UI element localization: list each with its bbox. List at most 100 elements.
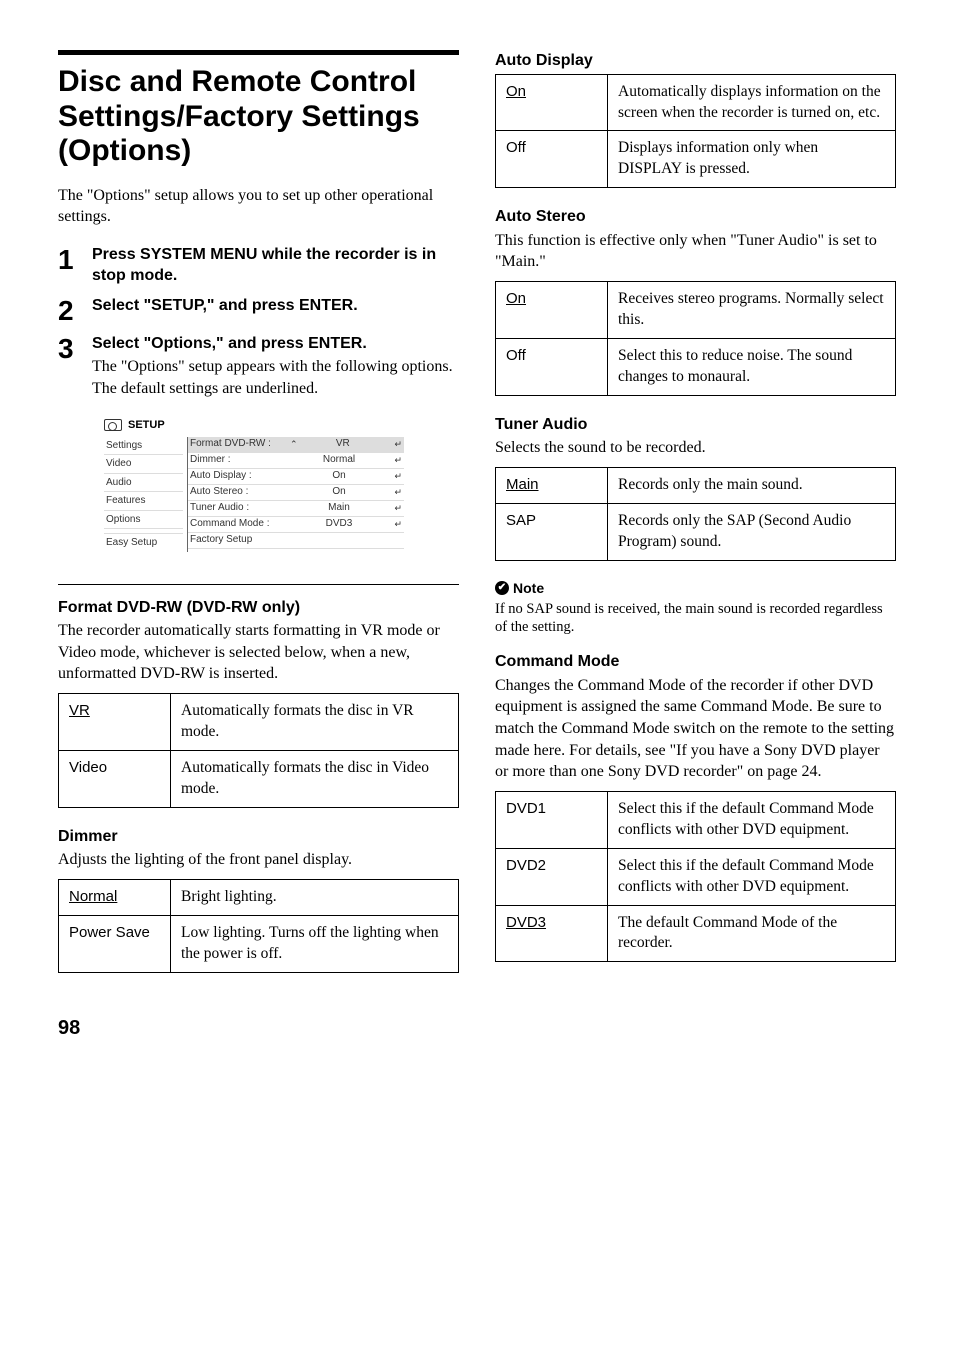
option-key: DVD2	[506, 857, 546, 874]
setup-title: SETUP	[128, 418, 165, 433]
dimmer-table: NormalBright lighting. Power Save Low lig…	[58, 879, 459, 973]
heading-rule	[58, 50, 459, 55]
menu-item: Settings	[104, 437, 183, 456]
arrow-down-icon: ↵	[388, 438, 402, 450]
setting-value: Main	[290, 501, 388, 515]
note-icon: ✔	[495, 581, 509, 595]
page-title: Disc and Remote Control Settings/Factory…	[58, 65, 459, 169]
step-number: 3	[58, 333, 92, 400]
arrow-down-icon: ↵	[388, 470, 402, 482]
option-key: DVD1	[506, 800, 546, 817]
setting-value: DVD3	[290, 517, 388, 531]
command-mode-heading: Command Mode	[495, 651, 896, 673]
setup-screenshot: SETUP Settings Video Audio Features Opti…	[94, 410, 414, 566]
note-label: Note	[513, 579, 544, 598]
option-key: Off	[506, 139, 526, 156]
table-row: Power Save Low lighting. Turns off the li…	[59, 915, 459, 972]
step-3: 3 Select "Options," and press ENTER. The…	[58, 333, 459, 400]
option-desc: Displays information only when DISPLAY i…	[608, 131, 896, 188]
right-column: Auto Display On Automatically displays in…	[495, 50, 896, 991]
setting-key: Tuner Audio :	[190, 501, 290, 515]
dimmer-text: Adjusts the lighting of the front panel …	[58, 849, 459, 871]
caret-up-icon: ⌃	[290, 438, 298, 450]
option-desc: Receives stereo programs. Normally selec…	[608, 282, 896, 339]
menu-item: Easy Setup	[104, 534, 183, 552]
dimmer-heading: Dimmer	[58, 826, 459, 848]
option-desc: Automatically displays information on th…	[608, 74, 896, 131]
menu-item: Audio	[104, 474, 183, 493]
option-key: VR	[69, 702, 90, 719]
step-2: 2 Select "SETUP," and press ENTER.	[58, 295, 459, 325]
setting-value: VR	[298, 437, 388, 451]
command-mode-table: DVD1 Select this if the default Command M…	[495, 791, 896, 963]
option-desc: Select this if the default Command Mode …	[608, 791, 896, 848]
setting-value: Normal	[290, 453, 388, 467]
table-row: VideoAutomatically formats the disc in V…	[59, 750, 459, 807]
step-description: The "Options" setup appears with the fol…	[92, 356, 459, 399]
note-heading: ✔ Note	[495, 579, 896, 598]
menu-item: Options	[104, 511, 183, 530]
format-table: VR Automatically formats the disc in VR m…	[58, 693, 459, 808]
option-key: On	[506, 290, 526, 307]
setting-key: Dimmer :	[190, 453, 290, 467]
format-text: The recorder automatically starts format…	[58, 620, 459, 685]
thin-rule	[58, 584, 459, 585]
table-row: VR Automatically formats the disc in VR m…	[59, 693, 459, 750]
setting-value: On	[290, 485, 388, 499]
disc-icon	[104, 419, 122, 431]
table-row: On Receives stereo programs. Normally sel…	[496, 282, 896, 339]
option-desc: Automatically formats the disc in Video …	[171, 750, 459, 807]
table-row: SAP Records only the SAP (Second Audio Pr…	[496, 503, 896, 560]
menu-item: Features	[104, 492, 183, 511]
auto-stereo-heading: Auto Stereo	[495, 206, 896, 228]
intro-text: The "Options" setup allows you to set up…	[58, 185, 459, 228]
option-key: Off	[506, 347, 526, 364]
auto-stereo-text: This function is effective only when "Tu…	[495, 230, 896, 273]
setup-menu-right: Format DVD-RW :⌃VR↵ Dimmer :Normal↵ Auto…	[188, 437, 404, 552]
step-heading: Select "Options," and press ENTER.	[92, 333, 459, 355]
option-key: On	[506, 83, 526, 100]
step-heading: Select "SETUP," and press ENTER.	[92, 295, 459, 317]
step-1: 1 Press SYSTEM MENU while the recorder i…	[58, 244, 459, 287]
menu-item: Video	[104, 455, 183, 474]
table-row: NormalBright lighting.	[59, 879, 459, 915]
table-row: Off Select this to reduce noise. The soun…	[496, 338, 896, 395]
setting-key: Command Mode :	[190, 517, 290, 531]
step-heading: Press SYSTEM MENU while the recorder is …	[92, 244, 459, 287]
option-key: DVD3	[506, 914, 546, 931]
command-mode-text: Changes the Command Mode of the recorder…	[495, 675, 896, 783]
format-heading: Format DVD-RW (DVD-RW only)	[58, 597, 459, 619]
option-desc: The default Command Mode of the recorder…	[608, 905, 896, 962]
table-row: Main Records only the main sound.	[496, 467, 896, 503]
setting-key: Auto Stereo :	[190, 485, 290, 499]
table-row: On Automatically displays information on …	[496, 74, 896, 131]
option-desc: Select this to reduce noise. The sound c…	[608, 338, 896, 395]
step-number: 1	[58, 244, 92, 287]
option-desc: Records only the SAP (Second Audio Progr…	[608, 503, 896, 560]
arrow-down-icon: ↵	[388, 518, 402, 530]
option-key: Power Save	[69, 924, 150, 941]
option-desc: Records only the main sound.	[608, 467, 896, 503]
auto-display-heading: Auto Display	[495, 50, 896, 72]
option-key: Main	[506, 476, 539, 493]
table-row: DVD2 Select this if the default Command M…	[496, 848, 896, 905]
table-row: DVD1 Select this if the default Command M…	[496, 791, 896, 848]
setting-key: Auto Display :	[190, 469, 290, 483]
setting-value: On	[290, 469, 388, 483]
auto-stereo-table: On Receives stereo programs. Normally sel…	[495, 281, 896, 396]
option-desc: Low lighting. Turns off the lighting whe…	[171, 915, 459, 972]
option-desc: Automatically formats the disc in VR mod…	[171, 693, 459, 750]
auto-display-table: On Automatically displays information on …	[495, 74, 896, 189]
table-row: Off Displays information only when DISPLA…	[496, 131, 896, 188]
setting-key: Format DVD-RW :	[190, 437, 290, 451]
step-number: 2	[58, 295, 92, 325]
option-desc: Select this if the default Command Mode …	[608, 848, 896, 905]
arrow-down-icon: ↵	[388, 486, 402, 498]
arrow-down-icon: ↵	[388, 454, 402, 466]
left-column: Disc and Remote Control Settings/Factory…	[58, 50, 459, 991]
option-key: SAP	[506, 512, 536, 529]
tuner-audio-table: Main Records only the main sound. SAP Reco…	[495, 467, 896, 561]
setting-key: Factory Setup	[190, 533, 290, 547]
table-row: DVD3 The default Command Mode of the reco…	[496, 905, 896, 962]
setup-menu-left: Settings Video Audio Features Options Ea…	[104, 437, 188, 552]
